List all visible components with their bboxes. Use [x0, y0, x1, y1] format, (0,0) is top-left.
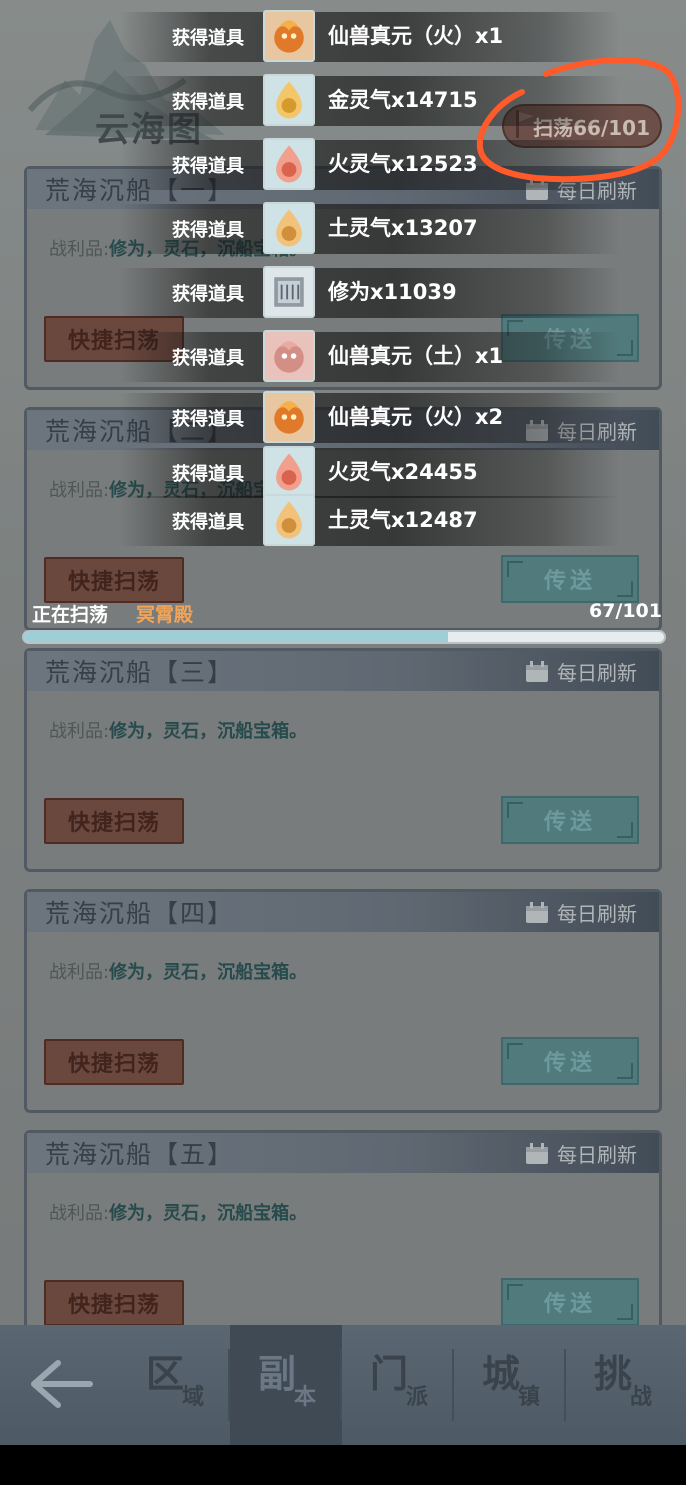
- cultivation-scroll-icon: [263, 266, 315, 318]
- reward-item-text: 仙兽真元（土）x1: [328, 344, 504, 368]
- reward-item-text: 仙兽真元（火）x2: [328, 405, 504, 429]
- sweep-progress-fill: [24, 632, 449, 642]
- nav-main-char: 副: [258, 1351, 297, 1396]
- nav-sub-char: 镇: [518, 1384, 541, 1410]
- reward-label: 获得道具: [172, 348, 244, 369]
- nav-sub-char: 战: [630, 1384, 653, 1410]
- fire-spirit-icon: [263, 138, 315, 190]
- beast-essence-fire-icon: [263, 10, 315, 62]
- nav-main-char: 挑: [594, 1351, 633, 1396]
- nav-main-char: 门: [370, 1351, 409, 1396]
- reward-row: 获得道具 土灵气x12487: [0, 492, 686, 550]
- reward-label: 获得道具: [172, 284, 244, 305]
- nav-divider: [340, 1349, 342, 1421]
- nav-sub-char: 派: [406, 1384, 429, 1410]
- system-bar: [0, 1445, 686, 1485]
- reward-row: 获得道具 金灵气x14715: [0, 72, 686, 130]
- reward-label: 获得道具: [172, 220, 244, 241]
- gold-spirit-icon: [263, 74, 315, 126]
- reward-row: 获得道具 仙兽真元（土）x1: [0, 328, 686, 386]
- reward-label: 获得道具: [172, 409, 244, 430]
- nav-sub-char: 本: [294, 1384, 317, 1410]
- reward-label: 获得道具: [172, 28, 244, 49]
- earth-spirit-icon: [263, 494, 315, 546]
- nav-sub-char: 域: [182, 1384, 205, 1410]
- reward-label: 获得道具: [172, 156, 244, 177]
- reward-row: 获得道具 火灵气x12523: [0, 136, 686, 194]
- reward-item-text: 仙兽真元（火）x1: [328, 24, 504, 48]
- nav-sect[interactable]: 门派: [342, 1325, 454, 1445]
- reward-label: 获得道具: [172, 464, 244, 485]
- back-arrow-icon[interactable]: [28, 1357, 94, 1411]
- nav-main-char: 城: [482, 1351, 521, 1396]
- nav-challenge[interactable]: 挑战: [566, 1325, 678, 1445]
- nav-main-char: 区: [146, 1351, 185, 1396]
- reward-item-text: 修为x11039: [328, 280, 457, 304]
- beast-essence-fire-icon: [263, 391, 315, 443]
- nav-divider: [452, 1349, 454, 1421]
- reward-row: 获得道具 仙兽真元（火）x1: [0, 8, 686, 66]
- earth-spirit-icon: [263, 202, 315, 254]
- beast-essence-earth-icon: [263, 330, 315, 382]
- sweep-progress-bar: [22, 630, 666, 644]
- nav-divider: [228, 1349, 230, 1421]
- nav-town[interactable]: 城镇: [454, 1325, 566, 1445]
- reward-row: 获得道具 土灵气x13207: [0, 200, 686, 258]
- nav-dungeon[interactable]: 副本: [230, 1325, 342, 1445]
- reward-label: 获得道具: [172, 512, 244, 533]
- reward-row: 获得道具 仙兽真元（火）x2: [0, 389, 686, 447]
- sweep-progress-count: 67/101: [588, 600, 662, 622]
- reward-item-text: 火灵气x24455: [328, 460, 478, 484]
- reward-item-text: 土灵气x13207: [328, 216, 478, 240]
- screen: 云海图 扫荡66/101 荒海沉船【一】每日刷新战利品:修为，灵石，沉船宝箱。快…: [0, 0, 686, 1485]
- bottom-nav: 区域副本门派城镇挑战: [0, 1325, 686, 1445]
- reward-item-text: 土灵气x12487: [328, 508, 478, 532]
- sweep-target-name: 冥霄殿: [136, 604, 194, 626]
- nav-divider: [564, 1349, 566, 1421]
- sweep-status-label: 正在扫荡: [32, 604, 109, 626]
- fire-spirit-icon: [263, 446, 315, 498]
- reward-label: 获得道具: [172, 92, 244, 113]
- nav-region[interactable]: 区域: [118, 1325, 230, 1445]
- reward-row: 获得道具 修为x11039: [0, 264, 686, 322]
- reward-item-text: 火灵气x12523: [328, 152, 478, 176]
- reward-item-text: 金灵气x14715: [328, 88, 478, 112]
